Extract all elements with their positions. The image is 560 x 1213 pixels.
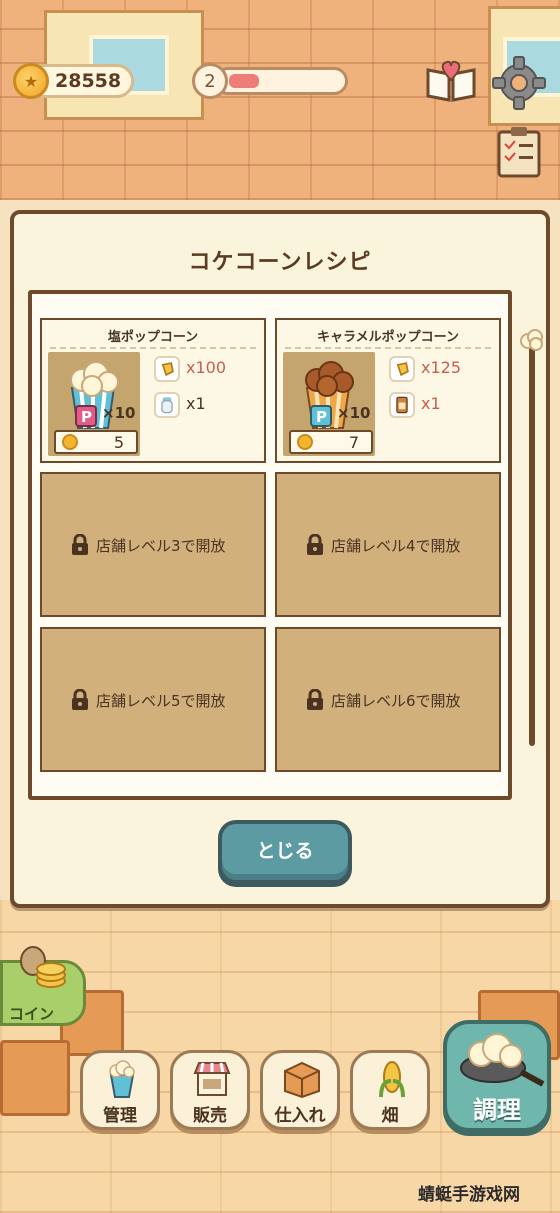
shop-stall-icon bbox=[193, 1062, 231, 1096]
nav-field-button[interactable]: 畑 bbox=[350, 1050, 430, 1130]
nav-stock-button[interactable]: 仕入れ bbox=[260, 1050, 340, 1130]
price-tag: 5 bbox=[54, 430, 138, 454]
recipe-name: キャラメルポップコーン bbox=[317, 330, 459, 345]
divider bbox=[285, 347, 491, 349]
coin-icon: ★ bbox=[13, 63, 49, 99]
coin-shop-button[interactable]: コイン bbox=[0, 946, 86, 1026]
svg-text:P: P bbox=[81, 408, 92, 426]
coin-count: 28558 bbox=[55, 70, 122, 92]
settings-gear-icon[interactable] bbox=[492, 56, 546, 110]
nav-cook-button[interactable]: 調理 bbox=[443, 1020, 551, 1132]
nav-manage-button[interactable]: 管理 bbox=[80, 1050, 160, 1130]
recipe-dialog: コケコーンレシピ 塩ポップコーン P ×10 5 x100 x1 キャラメルポッ… bbox=[10, 210, 550, 908]
ingredient-qty: x1 bbox=[421, 394, 441, 413]
task-clipboard-icon[interactable] bbox=[497, 126, 541, 178]
lock-icon bbox=[307, 689, 323, 710]
coin-bag-icon bbox=[20, 946, 66, 988]
corn-kernel-icon bbox=[154, 356, 180, 382]
nav-label: 調理 bbox=[473, 1096, 521, 1124]
recipe-scrollbar[interactable] bbox=[529, 336, 535, 746]
popcorn-pot-icon bbox=[460, 1033, 545, 1087]
corn-kernel-icon bbox=[389, 356, 415, 382]
salt-shaker-icon bbox=[154, 392, 180, 418]
ingredient-qty: x1 bbox=[186, 394, 206, 413]
unlock-requirement: 店舗レベル3で開放 bbox=[96, 537, 226, 555]
locked-recipe-slot: 店舗レベル5で開放 bbox=[40, 627, 266, 772]
recipe-image: P ×10 7 bbox=[283, 352, 375, 456]
lock-icon bbox=[307, 534, 323, 555]
recipe-image: P ×10 5 bbox=[48, 352, 140, 456]
coin-shop-label: コイン bbox=[9, 1005, 55, 1023]
ingredient-corn: x100 bbox=[154, 356, 258, 382]
locked-recipe-slot: 店舗レベル4で開放 bbox=[275, 472, 501, 617]
store-level-progress: 2 bbox=[192, 63, 348, 99]
coin-icon bbox=[297, 434, 313, 450]
nav-label: 仕入れ bbox=[274, 1106, 326, 1126]
level-badge: 2 bbox=[192, 63, 228, 99]
nav-label: 畑 bbox=[381, 1106, 399, 1126]
caramel-jar-icon bbox=[389, 392, 415, 418]
divider bbox=[50, 347, 256, 349]
supply-box-icon bbox=[284, 1061, 320, 1099]
nav-sell-button[interactable]: 販売 bbox=[170, 1050, 250, 1130]
dialog-title: コケコーンレシピ bbox=[188, 250, 372, 275]
locked-recipe-slot: 店舗レベル3で開放 bbox=[40, 472, 266, 617]
recipe-card-salt-popcorn[interactable]: 塩ポップコーン P ×10 5 x100 x1 bbox=[40, 318, 266, 463]
popcorn-scroll-thumb-icon[interactable] bbox=[519, 328, 545, 352]
recipe-name: 塩ポップコーン bbox=[107, 330, 199, 345]
close-button[interactable]: とじる bbox=[218, 820, 352, 884]
watermark-text: 蜻蜓手游戏网 bbox=[418, 1185, 520, 1205]
recipe-price: 5 bbox=[113, 433, 124, 452]
ingredient-qty: x125 bbox=[421, 358, 462, 377]
coin-counter: ★ 28558 bbox=[13, 63, 134, 99]
ingredient-caramel: x1 bbox=[389, 392, 493, 418]
nav-label: 販売 bbox=[193, 1106, 227, 1126]
unlock-requirement: 店舗レベル6で開放 bbox=[331, 692, 461, 710]
nav-label: 管理 bbox=[103, 1106, 137, 1126]
price-tag: 7 bbox=[289, 430, 373, 454]
lock-icon bbox=[72, 689, 88, 710]
ingredient-qty: x100 bbox=[186, 358, 227, 377]
svg-text:P: P bbox=[316, 408, 327, 426]
unlock-requirement: 店舗レベル5で開放 bbox=[96, 692, 226, 710]
locked-recipe-slot: 店舗レベル6で開放 bbox=[275, 627, 501, 772]
lock-icon bbox=[72, 534, 88, 555]
popcorn-cup-icon bbox=[109, 1060, 135, 1098]
level-progress-bar bbox=[214, 67, 348, 95]
recipe-price: 7 bbox=[348, 433, 359, 452]
ingredient-salt: x1 bbox=[154, 392, 258, 418]
coin-icon bbox=[62, 434, 78, 450]
crate bbox=[0, 1040, 70, 1116]
yield-multiplier: ×10 bbox=[337, 404, 371, 422]
corn-cob-icon bbox=[379, 1061, 405, 1098]
recipe-list-panel: 塩ポップコーン P ×10 5 x100 x1 キャラメルポップコーン P ×1… bbox=[28, 290, 512, 800]
ingredient-corn: x125 bbox=[389, 356, 493, 382]
yield-multiplier: ×10 bbox=[102, 404, 136, 422]
unlock-requirement: 店舗レベル4で開放 bbox=[331, 537, 461, 555]
recipe-card-caramel-popcorn[interactable]: キャラメルポップコーン P ×10 7 x125 x1 bbox=[275, 318, 501, 463]
level-progress-fill bbox=[229, 74, 259, 88]
favorites-book-icon[interactable] bbox=[425, 60, 477, 104]
